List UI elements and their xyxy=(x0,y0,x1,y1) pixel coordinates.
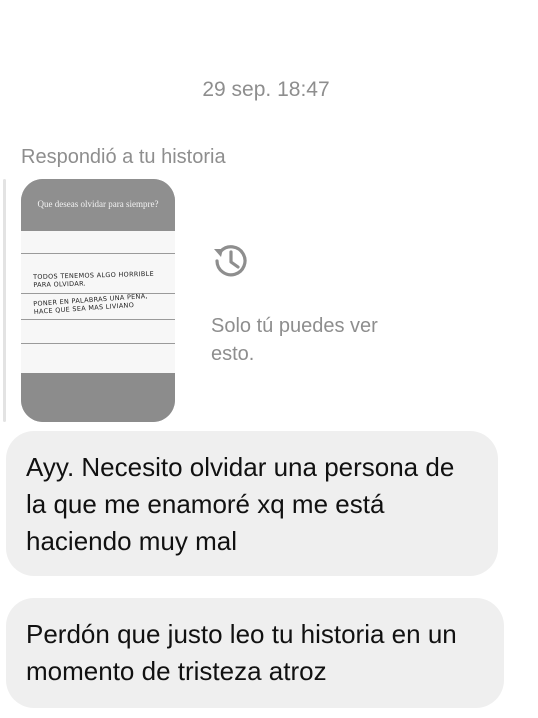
story-question: Que deseas olvidar para siempre? xyxy=(37,199,159,209)
history-icon xyxy=(214,245,247,277)
paper-rule xyxy=(21,253,175,254)
story-footer-area xyxy=(21,373,175,422)
story-thumbnail[interactable]: Que deseas olvidar para siempre? TODOS T… xyxy=(21,179,175,422)
story-reply-label: Respondió a tu historia xyxy=(21,146,226,168)
private-visibility-note: Solo tú puedes ver esto. xyxy=(211,315,378,365)
paper-rule xyxy=(21,343,175,344)
paper-rule xyxy=(21,319,175,320)
message-bubble[interactable]: Perdón que justo leo tu historia en un m… xyxy=(6,598,504,708)
story-handwriting-1: TODOS TENEMOS ALGO HORRIBLE PARA OLVIDAR… xyxy=(33,270,154,289)
reply-indicator-bar xyxy=(3,179,6,422)
paper-rule xyxy=(21,293,175,294)
message-bubble[interactable]: Ayy. Necesito olvidar una persona de la … xyxy=(6,431,498,576)
message-timestamp: 29 sep. 18:47 xyxy=(202,78,330,101)
